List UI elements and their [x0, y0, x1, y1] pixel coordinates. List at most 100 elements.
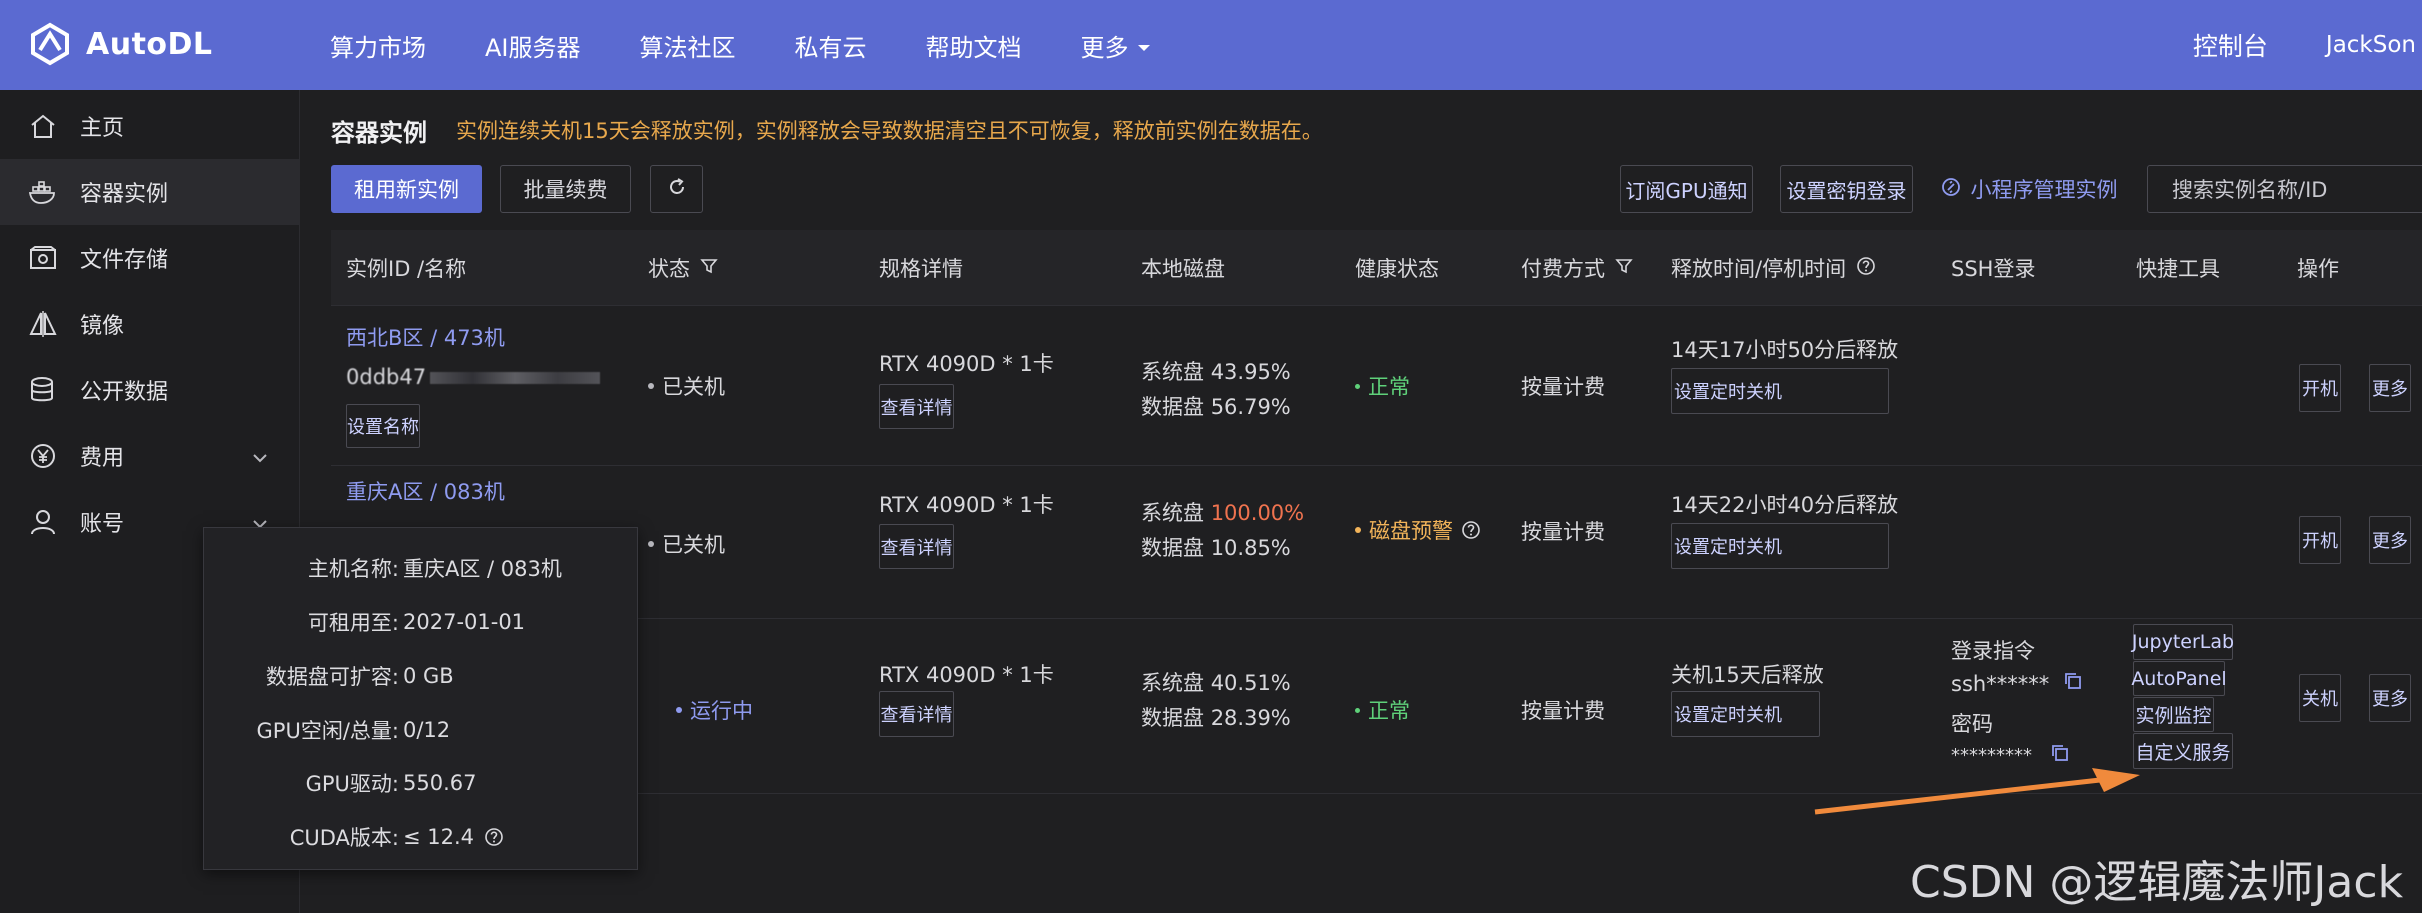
data-disk-value: 10.85%: [1210, 536, 1291, 560]
instance-search-input[interactable]: 搜索实例名称/ID: [2147, 165, 2422, 213]
caret-down-icon: [1137, 31, 1151, 59]
system-disk-value: 40.51%: [1210, 671, 1291, 695]
power-off-button[interactable]: 关机: [2299, 674, 2341, 722]
nav-more-menu[interactable]: 更多: [1081, 28, 1151, 63]
sidebar-item-label: 费用: [80, 446, 125, 471]
set-timed-shutdown-button[interactable]: 设置定时关机: [1671, 368, 1889, 414]
storage-icon: [26, 241, 60, 275]
more-button[interactable]: 更多: [2369, 674, 2411, 722]
more-button[interactable]: 更多: [2369, 364, 2411, 412]
col-tools: 快捷工具: [2136, 257, 2220, 281]
tooltip-value: 2027-01-01: [403, 610, 526, 634]
page-title: 容器实例: [331, 119, 427, 147]
power-on-button[interactable]: 开机: [2299, 364, 2341, 412]
col-actions: 操作: [2297, 257, 2339, 281]
status-text: 运行中: [690, 699, 753, 723]
sidebar-item-images[interactable]: 镜像: [0, 291, 300, 357]
instance-region-name[interactable]: 重庆A区 / 083机: [346, 476, 505, 506]
autodl-logo-icon: [28, 22, 72, 66]
sidebar-item-label: 镜像: [80, 314, 125, 339]
health-status: 磁盘预警: [1355, 515, 1481, 545]
health-text: 磁盘预警: [1369, 519, 1453, 543]
tooltip-disk-expand: 数据盘可扩容: 0 GB: [204, 661, 639, 691]
set-timed-shutdown-button[interactable]: 设置定时关机: [1671, 523, 1889, 569]
system-disk-value: 43.95%: [1210, 360, 1291, 384]
system-disk-usage: 系统盘 43.95%: [1141, 356, 1291, 386]
tooltip-value: ≤ 12.4: [403, 822, 504, 852]
filter-icon[interactable]: [1615, 256, 1633, 280]
system-disk-value: 100.00%: [1210, 501, 1305, 525]
col-id-name: 实例ID /名称: [346, 257, 467, 281]
autopanel-button[interactable]: AutoPanel: [2131, 661, 2227, 696]
help-icon[interactable]: [1461, 520, 1481, 540]
nav-help-docs[interactable]: 帮助文档: [926, 28, 1022, 63]
table-row: 西北B区 / 473机 0ddb47 设置名称 已关机 RTX 4090D * …: [331, 306, 2422, 466]
col-spec: 规格详情: [879, 257, 963, 281]
filter-icon[interactable]: [700, 256, 718, 280]
sidebar-item-label: 文件存储: [80, 248, 169, 273]
host-info-tooltip: 主机名称: 重庆A区 / 083机 可租用至: 2027-01-01 数据盘可扩容:…: [203, 527, 638, 870]
nav-compute-market[interactable]: 算力市场: [330, 28, 426, 63]
rent-new-instance-button[interactable]: 租用新实例: [331, 165, 482, 213]
search-placeholder: 搜索实例名称/ID: [2172, 178, 2328, 202]
sidebar-item-storage[interactable]: 文件存储: [0, 225, 300, 291]
system-disk-usage: 系统盘 40.51%: [1141, 667, 1291, 697]
instance-id: 0ddb47: [346, 365, 601, 389]
copy-icon[interactable]: [2063, 671, 2083, 696]
col-release: 释放时间/停机时间: [1671, 230, 1876, 306]
billing-type: 按量计费: [1521, 699, 1605, 723]
instance-region-name[interactable]: 西北B区 / 473机: [346, 322, 505, 352]
console-link[interactable]: 控制台: [2193, 27, 2268, 63]
subscribe-gpu-button[interactable]: 订阅GPU通知: [1620, 165, 1753, 213]
col-status[interactable]: 状态: [648, 230, 718, 306]
tooltip-key: 主机名称:: [307, 557, 399, 581]
tooltip-key: 可租用至:: [307, 611, 399, 635]
user-menu[interactable]: JackSon: [2326, 32, 2416, 58]
release-time: 14天17小时50分后释放: [1671, 338, 1899, 362]
refresh-button[interactable]: [650, 165, 703, 213]
tooltip-value: 重庆A区 / 083机: [403, 557, 562, 581]
system-disk-usage: 系统盘 100.00%: [1141, 497, 1304, 527]
miniprogram-manage-button[interactable]: 小程序管理实例: [1936, 165, 2122, 213]
col-billing-label: 付费方式: [1521, 257, 1605, 281]
brand-name: AutoDL: [86, 26, 213, 62]
docker-icon: [26, 175, 60, 209]
brand-logo[interactable]: AutoDL: [28, 22, 213, 66]
col-status-label: 状态: [648, 257, 690, 281]
system-disk-label: 系统盘: [1141, 360, 1204, 384]
batch-renew-button[interactable]: 批量续费: [500, 165, 631, 213]
yen-icon: [26, 439, 60, 473]
nav-algorithm-community[interactable]: 算法社区: [640, 28, 736, 63]
set-timed-shutdown-button[interactable]: 设置定时关机: [1671, 691, 1820, 737]
sidebar-item-instances[interactable]: 容器实例: [0, 159, 300, 225]
set-key-login-button[interactable]: 设置密钥登录: [1780, 165, 1913, 213]
health-status: 正常: [1355, 371, 1410, 401]
tooltip-value: 550.67: [403, 771, 477, 795]
miniprogram-label: 小程序管理实例: [1970, 178, 2118, 202]
sidebar-item-home[interactable]: 主页: [0, 93, 300, 159]
help-icon[interactable]: [1856, 256, 1876, 281]
power-on-button[interactable]: 开机: [2299, 516, 2341, 564]
sidebar-item-label: 容器实例: [80, 182, 169, 207]
nav-private-cloud[interactable]: 私有云: [795, 28, 867, 63]
view-details-button[interactable]: 查看详情: [879, 691, 954, 737]
annotation-arrow-icon: [1814, 768, 2140, 815]
col-billing[interactable]: 付费方式: [1521, 230, 1633, 306]
health-text: 正常: [1368, 699, 1410, 723]
sidebar-item-public-data[interactable]: 公开数据: [0, 357, 300, 423]
set-name-button[interactable]: 设置名称: [346, 404, 420, 448]
nav-ai-servers[interactable]: AI服务器: [485, 28, 581, 63]
instance-monitor-button[interactable]: 实例监控: [2133, 697, 2214, 732]
gpu-spec: RTX 4090D * 1卡: [879, 352, 1054, 376]
sidebar-item-billing[interactable]: 费用: [0, 423, 300, 489]
ssh-password-label: 密码: [1951, 712, 1993, 736]
data-disk-label: 数据盘: [1141, 706, 1204, 730]
col-disk: 本地磁盘: [1141, 257, 1225, 281]
tooltip-cuda-version: CUDA版本: ≤ 12.4: [204, 822, 639, 852]
more-button[interactable]: 更多: [2369, 516, 2411, 564]
tooltip-value: 0 GB: [403, 664, 454, 688]
view-details-button[interactable]: 查看详情: [879, 524, 954, 569]
data-disk-usage: 数据盘 56.79%: [1141, 391, 1291, 421]
view-details-button[interactable]: 查看详情: [879, 384, 954, 429]
jupyterlab-button[interactable]: JupyterLab: [2132, 624, 2234, 660]
